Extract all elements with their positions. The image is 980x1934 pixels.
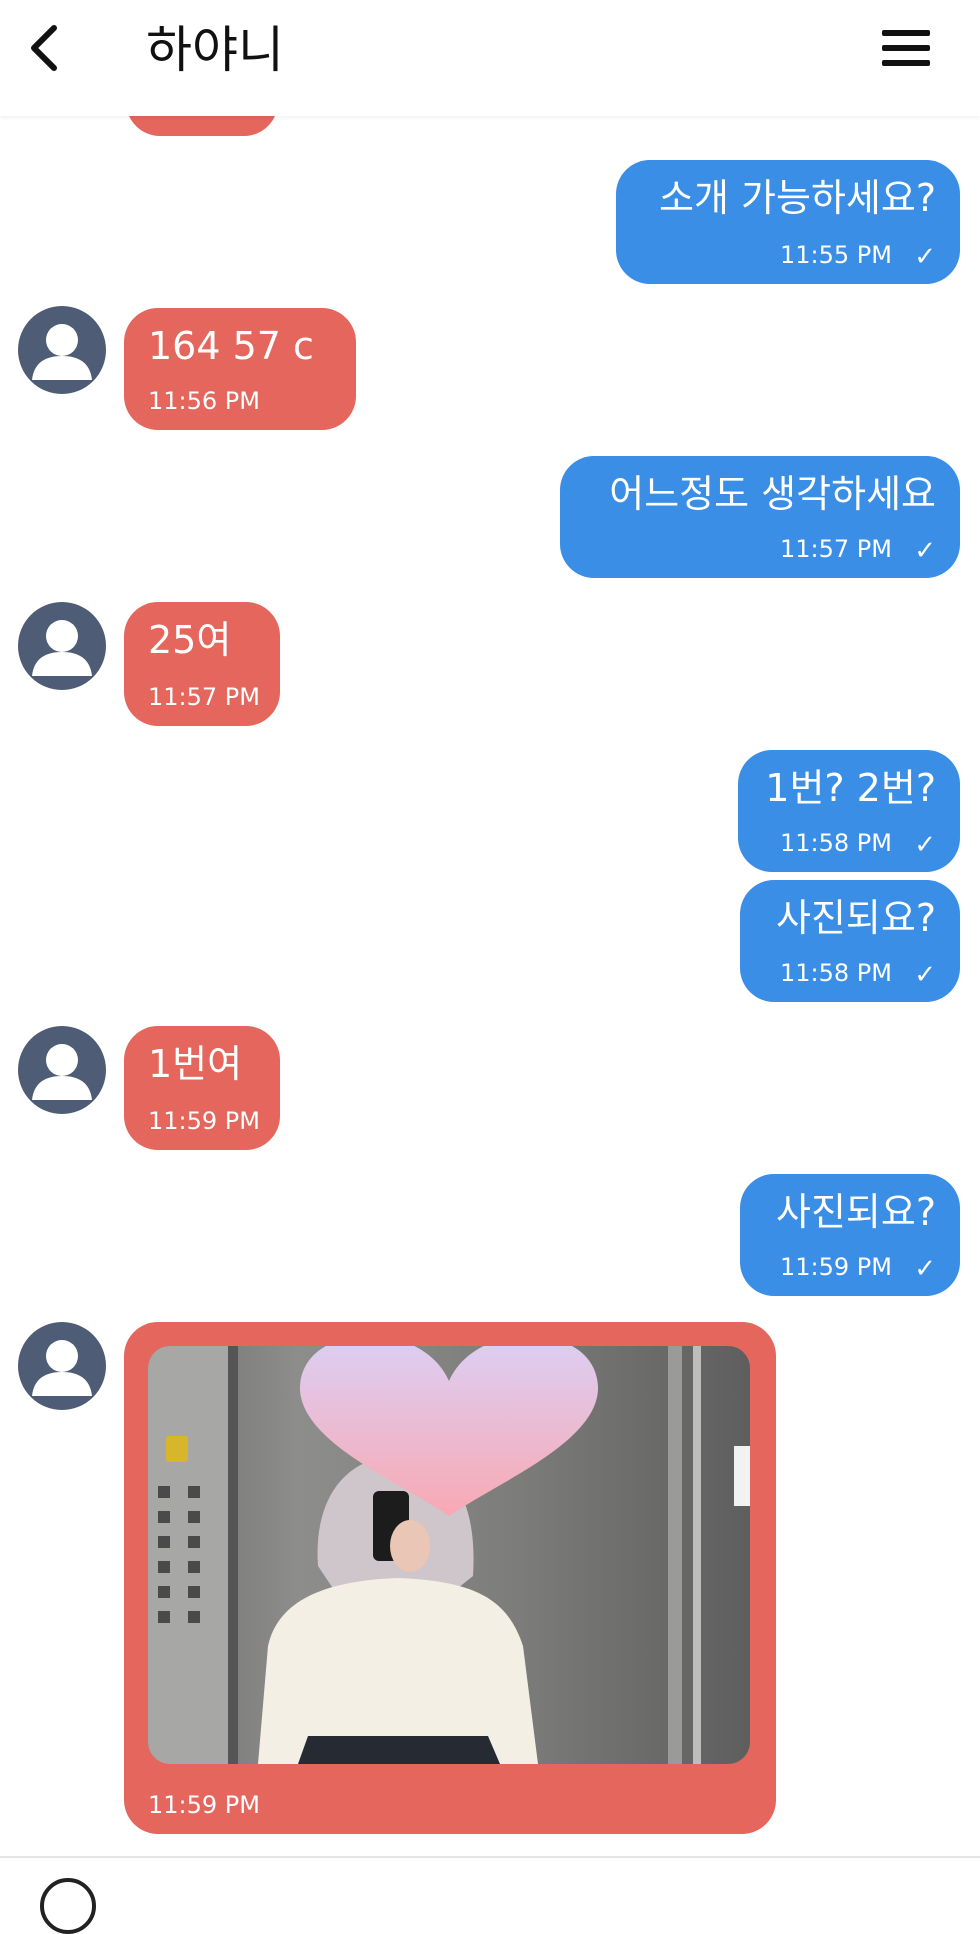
avatar[interactable]	[18, 602, 106, 690]
user-silhouette-icon	[32, 324, 92, 380]
message-time: 11:57 PM	[780, 535, 892, 563]
read-check-icon: ✓	[914, 830, 936, 860]
user-silhouette-icon	[32, 1340, 92, 1396]
message-text: 1번? 2번?	[765, 766, 936, 810]
message-bubble-incoming[interactable]: 164 57 c 11:56 PM	[124, 308, 356, 430]
message-time: 11:58 PM	[780, 959, 892, 987]
read-check-icon: ✓	[914, 1254, 936, 1284]
message-text: 소개 가능하세요?	[659, 176, 936, 220]
message-bubble-outgoing[interactable]: 사진되요? 11:59 PM ✓	[740, 1174, 960, 1296]
message-time: 11:59 PM	[148, 1107, 260, 1135]
message-bubble-incoming[interactable]: 25여 11:57 PM	[124, 602, 280, 726]
message-time: 11:59 PM	[780, 1253, 892, 1281]
message-time: 11:58 PM	[780, 829, 892, 857]
back-button[interactable]	[14, 18, 74, 78]
message-input-bar	[0, 1856, 980, 1934]
photo-message-bubble[interactable]: 11:59 PM	[124, 1322, 776, 1834]
message-time: 11:59 PM	[148, 1791, 260, 1819]
avatar[interactable]	[18, 1322, 106, 1410]
message-bubble-outgoing[interactable]: 사진되요? 11:58 PM ✓	[740, 880, 960, 1002]
avatar[interactable]	[18, 306, 106, 394]
read-check-icon: ✓	[914, 960, 936, 990]
message-bubble-incoming[interactable]: 1번여 11:59 PM	[124, 1026, 280, 1150]
message-bubble-outgoing[interactable]: 1번? 2번? 11:58 PM ✓	[738, 750, 960, 872]
chevron-left-icon	[31, 25, 57, 71]
user-silhouette-icon	[32, 620, 92, 676]
add-attachment-button[interactable]	[40, 1878, 96, 1934]
message-text: 사진되요?	[775, 1190, 936, 1234]
message-text: 164 57 c	[148, 324, 314, 368]
chat-header: 하야니	[0, 0, 980, 116]
message-bubble-outgoing[interactable]: 소개 가능하세요? 11:55 PM ✓	[616, 160, 960, 284]
read-check-icon: ✓	[914, 536, 936, 566]
read-check-icon: ✓	[914, 242, 936, 272]
menu-button[interactable]	[874, 22, 938, 74]
message-time: 11:57 PM	[148, 683, 260, 711]
message-time: 11:56 PM	[148, 387, 260, 415]
message-text: 어느정도 생각하세요	[609, 472, 936, 516]
shared-photo[interactable]	[148, 1346, 750, 1764]
message-text: 1번여	[148, 1042, 243, 1086]
message-text: 사진되요?	[775, 896, 936, 940]
user-silhouette-icon	[32, 1044, 92, 1100]
message-time: 11:55 PM	[780, 241, 892, 269]
message-bubble-outgoing[interactable]: 어느정도 생각하세요 11:57 PM ✓	[560, 456, 960, 578]
hamburger-menu-icon	[882, 30, 930, 66]
avatar[interactable]	[18, 1026, 106, 1114]
message-text: 25여	[148, 618, 232, 662]
chat-title: 하야니	[146, 21, 284, 79]
elevator-selfie-image	[148, 1346, 750, 1764]
